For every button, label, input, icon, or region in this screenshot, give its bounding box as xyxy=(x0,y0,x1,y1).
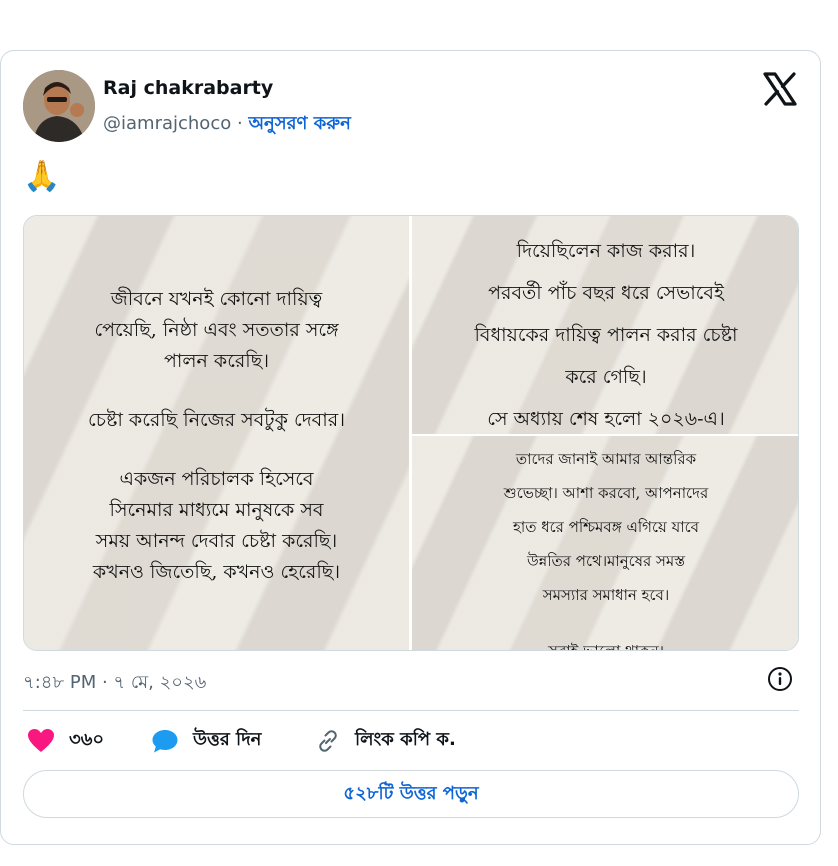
copy-link-button[interactable]: লিংক কপি ক. xyxy=(315,725,456,756)
x-logo-icon[interactable] xyxy=(762,71,798,107)
tweet-image-top-right[interactable]: দিয়েছিলেন কাজ করার। পরবর্তী পাঁচ বছর ধর… xyxy=(412,216,798,434)
author-handle[interactable]: @iamrajchoco xyxy=(103,113,231,134)
image-text-gap xyxy=(24,436,409,464)
image-text-line: পেয়েছি, নিষ্ঠা এবং সততার সঙ্গে xyxy=(94,319,339,341)
like-count: ৩৬০ xyxy=(69,729,105,750)
image-text-line: উন্নতির পথে।মানুষের সমস্ত xyxy=(526,552,686,570)
image-text-line: করে গেছি। xyxy=(565,366,647,388)
image-text-line: সমস্যার সমাধান হবে। xyxy=(542,586,670,604)
image-text-gap xyxy=(24,377,409,405)
image-text-line: সময় আনন্দ দেবার চেষ্টা করেছি। xyxy=(95,530,338,552)
tweet-image-bottom-right[interactable]: তাদের জানাই আমার আন্তরিক শুভেচ্ছা। আশা ক… xyxy=(412,436,798,651)
heart-icon xyxy=(28,728,54,752)
image-text-line: সবাই ভালো থাকুন। xyxy=(548,642,664,651)
tweet-image-left[interactable]: জীবনে যখনই কোনো দায়িত্ব পেয়েছি, নিষ্ঠা… xyxy=(24,216,409,650)
image-text-line: কখনও জিতেছি, কখনও হেরেছি। xyxy=(92,561,341,583)
tweet-image-grid[interactable]: জীবনে যখনই কোনো দায়িত্ব পেয়েছি, নিষ্ঠা… xyxy=(23,215,799,651)
tweet-timestamp[interactable]: ৭:৪৮ PM · ৭ মে, ২০২৬ xyxy=(23,668,206,699)
image-text-line: জীবনে যখনই কোনো দায়িত্ব xyxy=(110,288,323,310)
image-text-gap xyxy=(412,612,798,634)
image-text-line: পালন করেছি। xyxy=(163,350,270,372)
info-icon[interactable] xyxy=(767,666,793,692)
reply-label: উত্তর দিন xyxy=(193,729,262,750)
image-text-line: দিয়েছিলেন কাজ করার। xyxy=(516,240,696,262)
link-icon xyxy=(319,729,337,752)
follow-button[interactable]: অনুসরণ করুন xyxy=(248,113,350,134)
handle-separator: · xyxy=(236,113,243,134)
read-replies-button[interactable]: ৫২৮টি উত্তর পড়ুন xyxy=(23,770,799,818)
copy-link-label: লিংক কপি ক. xyxy=(355,729,456,750)
reply-button[interactable]: উত্তর দিন xyxy=(151,725,261,756)
like-button[interactable]: ৩৬০ xyxy=(27,725,104,756)
author-handle-row: @iamrajchoco · অনুসরণ করুন xyxy=(103,109,351,140)
tweet-card: Raj chakrabarty @iamrajchoco · অনুসরণ কর… xyxy=(0,50,821,845)
image-text-line: সিনেমার মাধ্যমে মানুষকে সব xyxy=(109,499,324,521)
author-name[interactable]: Raj chakrabarty xyxy=(103,77,273,99)
image-text-line: পরবর্তী পাঁচ বছর ধরে সেভাবেই xyxy=(488,282,724,304)
author-avatar[interactable] xyxy=(23,70,95,142)
divider xyxy=(23,710,799,711)
read-replies-label: ৫২৮টি উত্তর পড়ুন xyxy=(343,782,479,804)
image-text-line: চেষ্টা করেছি নিজের সবটুকু দেবার। xyxy=(88,409,345,431)
image-text-line: শুভেচ্ছা। আশা করবো, আপনাদের xyxy=(503,484,709,502)
image-text-line: তাদের জানাই আমার আন্তরিক xyxy=(515,450,697,468)
image-text-line: হাত ধরে পশ্চিমবঙ্গ এগিয়ে যাবে xyxy=(512,518,699,536)
image-text-line: বিধায়কের দায়িত্ব পালন করার চেষ্টা xyxy=(474,324,738,346)
image-text-line: সে অধ্যায় শেষ হলো ২০২৬-এ। xyxy=(487,408,725,430)
image-text-line: একজন পরিচালক হিসেবে xyxy=(119,468,314,490)
tweet-text-emoji: 🙏 xyxy=(23,159,61,194)
reply-bubble-icon xyxy=(152,729,178,752)
